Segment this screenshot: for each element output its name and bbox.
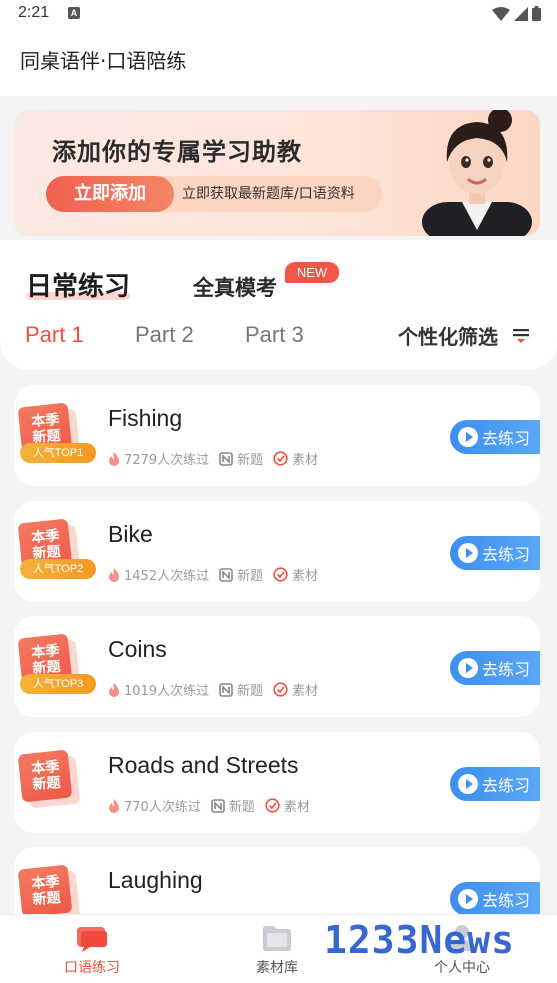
nav-label: 口语练习 [64, 960, 120, 976]
app-title: 同桌语伴·口语陪练 [20, 49, 187, 73]
topic-title: Roads and Streets [108, 752, 299, 778]
topic-meta: 7279人次练过 新题 素材 [108, 449, 328, 468]
tab-part-1[interactable]: Part 1 [25, 322, 84, 348]
new-badge: NEW [285, 262, 339, 283]
status-icons [492, 6, 541, 21]
tab-daily-practice[interactable]: 日常练习 [26, 266, 130, 303]
season-new-label: 本季新题 [30, 412, 62, 446]
topic-card[interactable]: 本季新题 人气TOP2 Bike 1452人次练过 新题 素材 去练习 [14, 501, 540, 602]
practice-count: 1019人次练过 [124, 684, 210, 699]
topic-card[interactable]: 本季新题 人气TOP3 Coins 1019人次练过 新题 素材 去练习 [14, 616, 540, 717]
battery-icon [532, 6, 541, 21]
go-practice-button[interactable]: 去练习 [450, 420, 540, 454]
tab-part-3[interactable]: Part 3 [245, 322, 304, 348]
status-time: 2:21 [18, 4, 50, 21]
topic-meta: 1452人次练过 新题 素材 [108, 565, 328, 584]
new-question-label: 新题 [237, 569, 264, 584]
go-practice-button[interactable]: 去练习 [450, 767, 540, 801]
play-icon [458, 658, 478, 678]
assistant-avatar-icon [422, 110, 532, 236]
material-label: 素材 [292, 569, 319, 584]
new-question-icon [211, 798, 225, 813]
go-practice-label: 去练习 [482, 429, 531, 448]
notification-a-icon: A [68, 7, 80, 19]
wifi-icon [492, 6, 510, 21]
practice-count: 1452人次练过 [124, 569, 210, 584]
practice-tabs: 日常练习 全真模考 NEW Part 1 Part 2 Part 3 个性化筛选 [0, 240, 557, 370]
new-question-label: 新题 [228, 800, 255, 815]
go-practice-button[interactable]: 去练习 [450, 651, 540, 685]
banner-title: 添加你的专属学习助教 [52, 138, 302, 166]
rank-badge: 人气TOP3 [20, 674, 96, 694]
app-bar: 同桌语伴·口语陪练 [0, 28, 557, 96]
filter-icon[interactable] [512, 326, 530, 344]
signal-icon [514, 6, 528, 21]
play-icon [458, 427, 478, 447]
topic-meta: 1019人次练过 新题 素材 [108, 680, 328, 699]
season-new-label: 本季新题 [30, 528, 62, 562]
tab-part-2[interactable]: Part 2 [135, 322, 194, 348]
topic-title: Coins [108, 636, 167, 662]
topic-card[interactable]: 本季新题 Roads and Streets 770人次练过 新题 素材 去练习 [14, 732, 540, 833]
play-icon [458, 774, 478, 794]
add-now-button[interactable]: 立即添加 [46, 176, 174, 212]
material-label: 素材 [292, 684, 319, 699]
tab-mock-exam[interactable]: 全真模考 [193, 272, 277, 302]
status-bar: 2:21 A [0, 0, 557, 28]
play-icon [458, 889, 478, 909]
fire-icon [109, 798, 119, 813]
topic-title: Laughing [108, 867, 203, 893]
new-question-icon [219, 567, 233, 582]
go-practice-button[interactable]: 去练习 [450, 536, 540, 570]
season-new-label: 本季新题 [30, 643, 62, 677]
banner-subtitle: 立即获取最新题库/口语资料 [182, 186, 355, 202]
play-icon [458, 543, 478, 563]
nav-oral-practice[interactable]: 口语练习 [22, 915, 162, 983]
fire-icon [109, 451, 119, 466]
topic-title: Bike [108, 521, 153, 547]
folder-icon [263, 926, 291, 951]
season-new-label: 本季新题 [30, 874, 62, 908]
topic-card[interactable]: 本季新题 人气TOP1 Fishing 7279人次练过 新题 素材 去练习 [14, 385, 540, 486]
new-question-icon [219, 451, 233, 466]
rank-badge: 人气TOP1 [20, 443, 96, 463]
material-check-icon [273, 451, 288, 466]
material-check-icon [273, 682, 288, 697]
go-practice-label: 去练习 [482, 660, 531, 679]
go-practice-label: 去练习 [482, 776, 531, 795]
rank-badge: 人气TOP2 [20, 559, 96, 579]
assistant-banner[interactable]: 添加你的专属学习助教 立即添加 立即获取最新题库/口语资料 [14, 110, 540, 236]
new-question-icon [219, 682, 233, 697]
fire-icon [109, 567, 119, 582]
material-check-icon [265, 798, 280, 813]
go-practice-label: 去练习 [482, 545, 531, 564]
chat-bubble-icon [77, 927, 107, 952]
go-practice-button[interactable]: 去练习 [450, 882, 540, 916]
material-check-icon [273, 567, 288, 582]
topic-title: Fishing [108, 405, 183, 431]
personalized-filter-button[interactable]: 个性化筛选 [398, 321, 498, 350]
material-label: 素材 [292, 453, 319, 468]
fire-icon [109, 682, 119, 697]
season-new-label: 本季新题 [30, 759, 62, 793]
practice-count: 770人次练过 [124, 800, 201, 815]
new-question-label: 新题 [237, 684, 264, 699]
practice-count: 7279人次练过 [124, 453, 210, 468]
watermark: 1233News [324, 918, 516, 962]
material-label: 素材 [283, 800, 310, 815]
new-question-label: 新题 [237, 453, 264, 468]
go-practice-label: 去练习 [482, 891, 531, 910]
topic-meta: 770人次练过 新题 素材 [108, 796, 320, 815]
